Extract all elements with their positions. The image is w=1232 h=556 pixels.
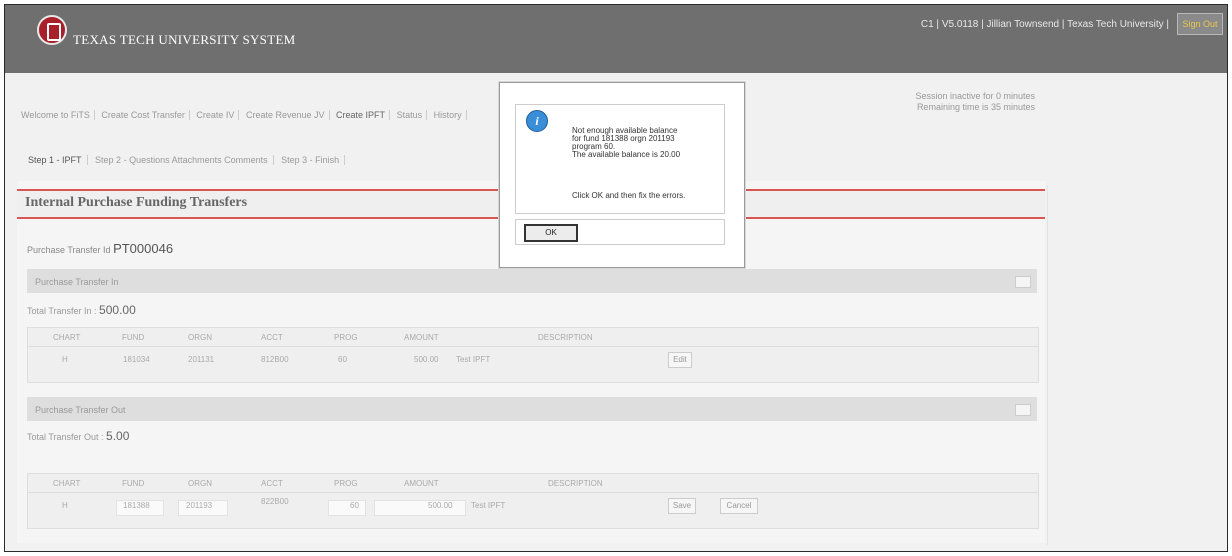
- info-icon: i: [526, 110, 548, 132]
- dialog-instruction: Click OK and then fix the errors.: [572, 191, 686, 200]
- dialog-message-line: The available balance is 20.00: [572, 150, 681, 159]
- prog-input[interactable]: [328, 500, 366, 516]
- collapse-transfer-in-button[interactable]: [1015, 276, 1031, 288]
- total-transfer-out: Total Transfer Out : 5.00: [27, 429, 129, 443]
- cell-amount: 500.00: [428, 501, 453, 510]
- col-description: DESCRIPTION: [538, 333, 593, 342]
- transfer-out-section: Purchase Transfer Out: [27, 397, 1037, 421]
- dialog-button-area: OK: [515, 219, 725, 245]
- total-transfer-out-value: 5.00: [106, 429, 130, 443]
- cell-chart: H: [62, 355, 68, 364]
- transfer-in-row: H 181034 201131 812B00 60 500.00 Test IP…: [28, 350, 1038, 372]
- total-transfer-in-label: Total Transfer In :: [27, 306, 97, 316]
- session-inactive: Session inactive for 0 minutes: [915, 91, 1035, 101]
- col-amount: AMOUNT: [404, 479, 439, 488]
- transfer-in-section: Purchase Transfer In: [27, 269, 1037, 293]
- transfer-out-header: CHART FUND ORGN ACCT PROG AMOUNT DESCRIP…: [28, 474, 1038, 493]
- tab-create-iv[interactable]: Create IV: [192, 110, 240, 120]
- purchase-transfer-id-value: PT000046: [113, 241, 174, 256]
- purchase-transfer-id-label: Purchase Transfer Id: [27, 245, 111, 255]
- brand-title: TEXAS TECH UNIVERSITY SYSTEM: [73, 32, 296, 47]
- col-orgn: ORGN: [188, 479, 212, 488]
- cell-prog: 60: [350, 501, 359, 510]
- cell-fund: 181388: [123, 501, 150, 510]
- step-3-tab[interactable]: Step 3 - Finish: [276, 155, 346, 165]
- purchase-transfer-id: Purchase Transfer Id PT000046: [27, 241, 173, 256]
- col-fund: FUND: [122, 479, 145, 488]
- transfer-out-row: H 181388 201193 822B00 60 500.00 Test IP…: [28, 496, 1038, 518]
- col-acct: ACCT: [261, 333, 283, 342]
- save-button[interactable]: Save: [668, 498, 696, 514]
- page-title: Internal Purchase Funding Transfers: [25, 195, 248, 210]
- collapse-transfer-out-button[interactable]: [1015, 404, 1031, 416]
- cell-chart: H: [62, 501, 68, 510]
- col-prog: PROG: [334, 479, 358, 488]
- user-info: C1 | V5.0118 | Jillian Townsend | Texas …: [920, 19, 1169, 30]
- step-tabs: Step 1 - IPFT Step 2 - Questions Attachm…: [23, 155, 346, 165]
- transfer-in-header: CHART FUND ORGN ACCT PROG AMOUNT DESCRIP…: [28, 328, 1038, 347]
- tab-create-ipft[interactable]: Create IPFT: [332, 110, 391, 120]
- dialog-message-area: i Not enough available balance for fund …: [515, 104, 725, 214]
- step-2-tab[interactable]: Step 2 - Questions Attachments Comments: [90, 155, 274, 165]
- cell-description: Test IPFT: [456, 355, 491, 364]
- tab-create-revenue-jv[interactable]: Create Revenue JV: [242, 110, 330, 120]
- transfer-out-title: Purchase Transfer Out: [35, 405, 126, 415]
- cell-acct: 822B00: [261, 497, 289, 506]
- main-tabs: Welcome to FiTS Create Cost Transfer Cre…: [17, 110, 467, 120]
- tab-history[interactable]: History: [430, 110, 467, 120]
- col-description: DESCRIPTION: [548, 479, 603, 488]
- cell-description: Test IPFT: [471, 501, 506, 510]
- total-transfer-in-value: 500.00: [99, 303, 136, 317]
- step-1-tab[interactable]: Step 1 - IPFT: [23, 155, 88, 165]
- transfer-in-grid: CHART FUND ORGN ACCT PROG AMOUNT DESCRIP…: [27, 327, 1039, 383]
- header-bar: TEXAS TECH UNIVERSITY SYSTEM C1 | V5.011…: [5, 5, 1227, 73]
- sign-out-button[interactable]: Sign Out: [1177, 13, 1223, 35]
- total-transfer-in: Total Transfer In : 500.00: [27, 303, 136, 317]
- cell-orgn: 201131: [188, 355, 215, 364]
- transfer-in-title: Purchase Transfer In: [35, 277, 119, 287]
- transfer-out-grid: CHART FUND ORGN ACCT PROG AMOUNT DESCRIP…: [27, 473, 1039, 529]
- university-seal-icon: [37, 15, 67, 45]
- cancel-button[interactable]: Cancel: [720, 498, 758, 514]
- col-amount: AMOUNT: [404, 333, 439, 342]
- col-orgn: ORGN: [188, 333, 212, 342]
- col-fund: FUND: [122, 333, 145, 342]
- session-remaining: Remaining time is 35 minutes: [916, 102, 1035, 112]
- session-status: Session inactive for 0 minutes Remaining…: [885, 91, 1035, 113]
- cell-orgn: 201193: [186, 501, 213, 510]
- page-scrollbar[interactable]: [1047, 185, 1054, 545]
- col-chart: CHART: [53, 479, 81, 488]
- col-prog: PROG: [334, 333, 358, 342]
- edit-button[interactable]: Edit: [668, 352, 692, 368]
- dialog-message: Not enough available balance for fund 18…: [572, 127, 722, 159]
- total-transfer-out-label: Total Transfer Out :: [27, 432, 104, 442]
- col-acct: ACCT: [261, 479, 283, 488]
- tab-create-cost-transfer[interactable]: Create Cost Transfer: [97, 110, 190, 120]
- tab-welcome[interactable]: Welcome to FiTS: [17, 110, 95, 120]
- cell-amount: 500.00: [414, 355, 439, 364]
- cell-prog: 60: [338, 355, 347, 364]
- cell-acct: 812B00: [261, 355, 289, 364]
- tab-status[interactable]: Status: [393, 110, 428, 120]
- col-chart: CHART: [53, 333, 81, 342]
- cell-fund: 181034: [123, 355, 150, 364]
- error-dialog: i Not enough available balance for fund …: [499, 82, 745, 268]
- ok-button[interactable]: OK: [524, 224, 578, 242]
